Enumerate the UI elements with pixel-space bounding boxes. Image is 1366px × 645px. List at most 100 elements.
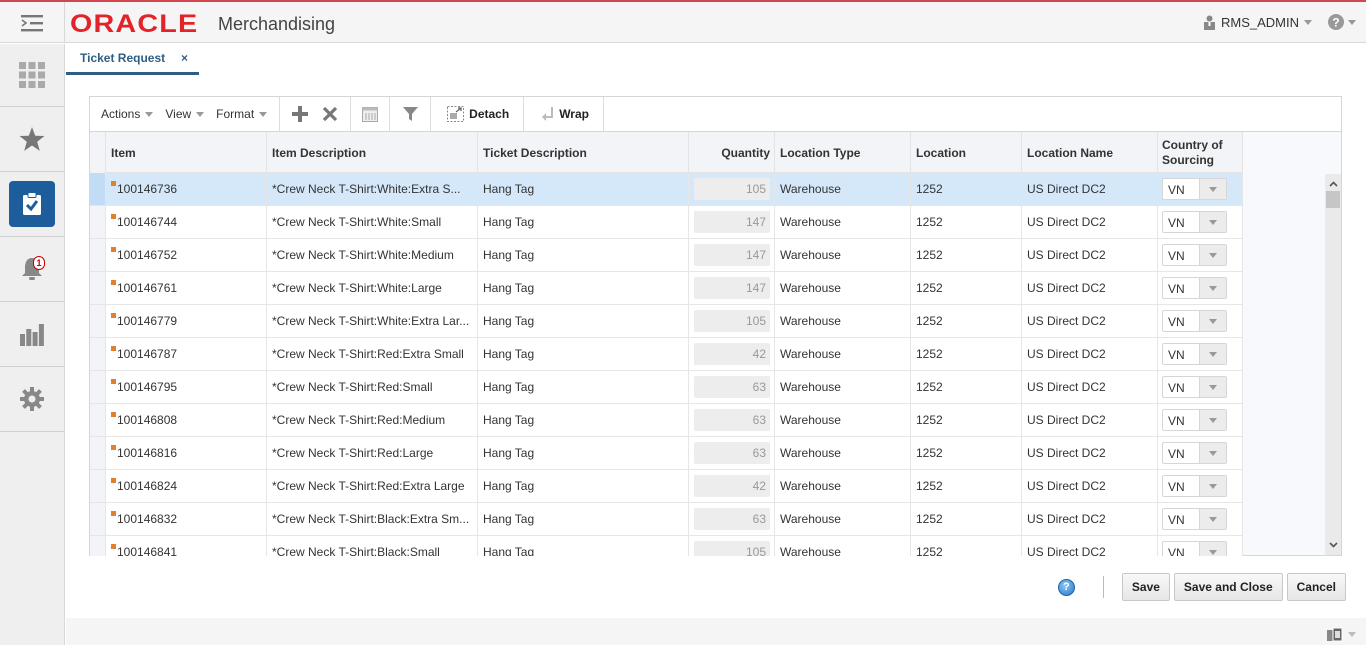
dropdown-button[interactable] [1199, 410, 1226, 430]
ticket-description-cell: Hang Tag [478, 503, 689, 535]
column-header-item[interactable]: Item [106, 132, 267, 173]
column-header-location-name[interactable]: Location Name [1022, 132, 1158, 173]
quantity-field[interactable]: 63 [694, 409, 770, 431]
dropdown-button[interactable] [1199, 179, 1226, 199]
quantity-field[interactable]: 147 [694, 211, 770, 233]
close-tab-icon[interactable]: × [181, 51, 188, 65]
dropdown-button[interactable] [1199, 443, 1226, 463]
sidebar-item-favorites[interactable] [0, 107, 64, 172]
quantity-field[interactable]: 63 [694, 376, 770, 398]
row-header[interactable] [90, 206, 106, 238]
table-row[interactable]: 100146808 *Crew Neck T-Shirt:Red:Medium Ha… [90, 404, 1243, 437]
country-of-sourcing-select[interactable]: VN [1162, 508, 1227, 530]
quantity-field[interactable]: 42 [694, 475, 770, 497]
row-header[interactable] [90, 437, 106, 469]
delete-row-button[interactable] [315, 97, 345, 132]
scroll-down-icon[interactable] [1325, 537, 1341, 553]
row-header[interactable] [90, 338, 106, 370]
row-header[interactable] [90, 305, 106, 337]
sidebar-item-notifications[interactable]: 1 [0, 237, 64, 302]
column-header-quantity[interactable]: Quantity [689, 132, 775, 173]
row-header[interactable] [90, 404, 106, 436]
row-header[interactable] [90, 239, 106, 271]
dropdown-button[interactable] [1199, 212, 1226, 232]
dropdown-button[interactable] [1199, 245, 1226, 265]
table-row[interactable]: 100146816 *Crew Neck T-Shirt:Red:Large Han… [90, 437, 1243, 470]
dropdown-button[interactable] [1199, 377, 1226, 397]
dropdown-button[interactable] [1199, 311, 1226, 331]
country-of-sourcing-select[interactable]: VN [1162, 541, 1227, 556]
help-menu[interactable]: ? [1328, 14, 1356, 30]
country-of-sourcing-select[interactable]: VN [1162, 409, 1227, 431]
quantity-field[interactable]: 63 [694, 442, 770, 464]
country-of-sourcing-select[interactable]: VN [1162, 277, 1227, 299]
scrollbar-thumb[interactable] [1326, 191, 1340, 208]
sidebar-item-tasks[interactable] [0, 172, 64, 237]
country-of-sourcing-select[interactable]: VN [1162, 343, 1227, 365]
format-menu[interactable]: Format [210, 97, 279, 132]
actions-menu[interactable]: Actions [90, 97, 159, 132]
scroll-up-icon[interactable] [1325, 176, 1341, 192]
navigator-toggle[interactable] [0, 2, 65, 43]
column-header-ticket-description[interactable]: Ticket Description [478, 132, 689, 173]
wrap-button[interactable]: Wrap [524, 97, 603, 132]
location-cell: 1252 [911, 371, 1022, 403]
dropdown-button[interactable] [1199, 278, 1226, 298]
table-row[interactable]: 100146832 *Crew Neck T-Shirt:Black:Extra … [90, 503, 1243, 536]
detach-button[interactable]: Detach [431, 97, 523, 132]
row-header[interactable] [90, 470, 106, 502]
country-of-sourcing-select[interactable]: VN [1162, 475, 1227, 497]
sidebar-item-apps[interactable] [0, 44, 64, 107]
accessibility-menu[interactable] [1327, 627, 1356, 642]
save-button[interactable]: Save [1121, 573, 1170, 601]
row-header[interactable] [90, 371, 106, 403]
add-row-button[interactable] [285, 97, 315, 132]
location-name-cell: US Direct DC2 [1022, 338, 1158, 370]
table-row[interactable]: 100146841 *Crew Neck T-Shirt:Black:Small H… [90, 536, 1243, 556]
quantity-field[interactable]: 105 [694, 541, 770, 556]
quantity-field[interactable]: 105 [694, 178, 770, 200]
sidebar-item-reports[interactable] [0, 302, 64, 367]
table-row[interactable]: 100146752 *Crew Neck T-Shirt:White:Medium… [90, 239, 1243, 272]
help-icon[interactable]: ? [1057, 578, 1075, 596]
dropdown-button[interactable] [1199, 509, 1226, 529]
row-header[interactable] [90, 536, 106, 556]
freeze-button[interactable] [351, 97, 389, 132]
dropdown-button[interactable] [1199, 476, 1226, 496]
column-header-country-of-sourcing[interactable]: Country of Sourcing [1158, 132, 1243, 173]
row-header[interactable] [90, 173, 106, 205]
column-header-location-type[interactable]: Location Type [775, 132, 911, 173]
country-of-sourcing-select[interactable]: VN [1162, 178, 1227, 200]
quantity-field[interactable]: 42 [694, 343, 770, 365]
dropdown-button[interactable] [1199, 344, 1226, 364]
table-row[interactable]: 100146744 *Crew Neck T-Shirt:White:Small H… [90, 206, 1243, 239]
table-row[interactable]: 100146736 *Crew Neck T-Shirt:White:Extra … [90, 173, 1243, 206]
cancel-button[interactable]: Cancel [1286, 573, 1346, 601]
sidebar-item-settings[interactable] [0, 367, 64, 432]
table-row[interactable]: 100146824 *Crew Neck T-Shirt:Red:Extra La… [90, 470, 1243, 503]
tab-ticket-request[interactable]: Ticket Request × [66, 44, 199, 75]
filter-button[interactable] [390, 97, 430, 132]
table-row[interactable]: 100146761 *Crew Neck T-Shirt:White:Large H… [90, 272, 1243, 305]
table-row[interactable]: 100146779 *Crew Neck T-Shirt:White:Extra … [90, 305, 1243, 338]
vertical-scrollbar[interactable] [1325, 174, 1341, 555]
quantity-field[interactable]: 147 [694, 244, 770, 266]
dropdown-button[interactable] [1199, 542, 1226, 556]
row-header[interactable] [90, 503, 106, 535]
user-menu[interactable]: RMS_ADMIN [1203, 15, 1312, 30]
quantity-field[interactable]: 105 [694, 310, 770, 332]
country-of-sourcing-select[interactable]: VN [1162, 244, 1227, 266]
save-and-close-button[interactable]: Save and Close [1173, 573, 1283, 601]
view-menu[interactable]: View [159, 97, 210, 132]
quantity-field[interactable]: 147 [694, 277, 770, 299]
country-of-sourcing-select[interactable]: VN [1162, 376, 1227, 398]
country-of-sourcing-select[interactable]: VN [1162, 442, 1227, 464]
column-header-location[interactable]: Location [911, 132, 1022, 173]
country-of-sourcing-select[interactable]: VN [1162, 310, 1227, 332]
table-row[interactable]: 100146795 *Crew Neck T-Shirt:Red:Small Han… [90, 371, 1243, 404]
quantity-field[interactable]: 63 [694, 508, 770, 530]
table-row[interactable]: 100146787 *Crew Neck T-Shirt:Red:Extra Sm… [90, 338, 1243, 371]
row-header[interactable] [90, 272, 106, 304]
column-header-item-description[interactable]: Item Description [267, 132, 478, 173]
country-of-sourcing-select[interactable]: VN [1162, 211, 1227, 233]
